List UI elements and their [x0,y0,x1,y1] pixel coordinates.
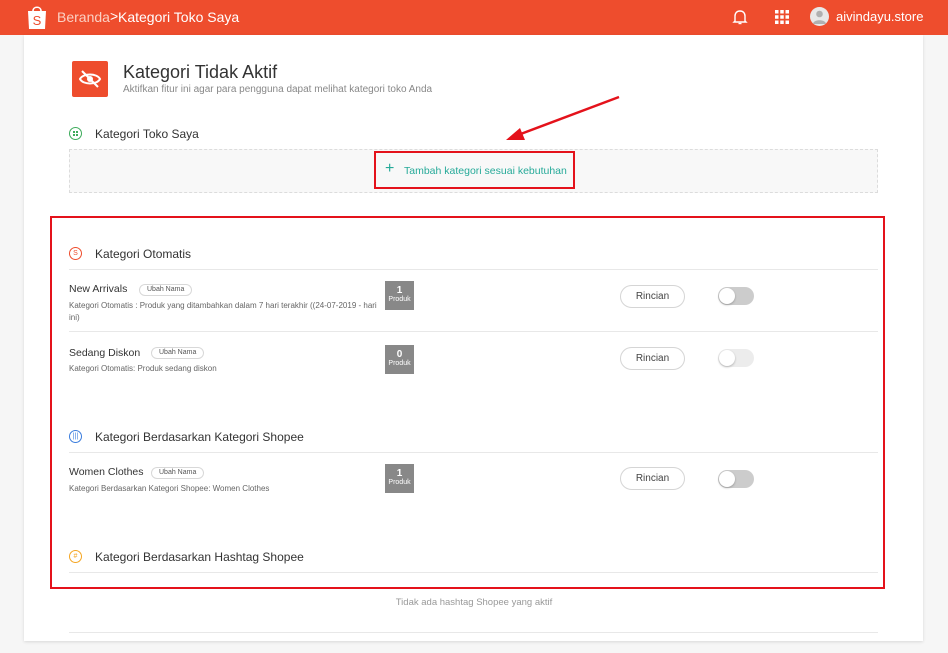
svg-text:S: S [33,13,42,28]
product-count-thumb: 1 Produk [385,464,414,493]
rename-button[interactable]: Ubah Nama [151,467,205,479]
product-count: 1 [396,468,403,479]
details-button[interactable]: Rincian [620,285,685,308]
hashtag-icon: # [69,550,82,563]
annotation-arrow-icon [506,95,620,140]
category-name: Sedang Diskon [69,347,141,359]
page-title: Kategori Tidak Aktif [123,62,278,82]
category-list-icon: ||| [69,430,82,443]
section-title-hashtag: Kategori Berdasarkan Hashtag Shopee [95,550,304,564]
plus-icon: + [385,160,395,177]
divider [69,269,878,270]
shopee-bag-icon[interactable]: S [26,4,48,30]
empty-hashtag-message: Tidak ada hashtag Shopee yang aktif [395,597,553,608]
divider [69,452,878,453]
details-button[interactable]: Rincian [620,467,685,490]
annotation-highlight-box [50,216,885,589]
category-grid-icon [69,127,82,140]
product-count: 1 [396,285,403,296]
page-subtitle: Aktifkan fitur ini agar para pengguna da… [123,84,433,95]
add-category-label: Tambah kategori sesuai kebutuhan [404,165,567,177]
product-count-label: Produk [388,296,411,303]
shopee-s-icon: S [69,247,82,260]
activate-toggle[interactable] [718,349,754,367]
eye-off-icon [72,61,108,97]
breadcrumb-current: Kategori Toko Saya [118,9,240,25]
product-count-thumb: 0 Produk [385,345,414,374]
activate-toggle[interactable] [718,287,754,305]
product-count-label: Produk [388,479,411,486]
activate-toggle[interactable] [718,470,754,488]
add-category-button[interactable]: + Tambah kategori sesuai kebutuhan [374,151,575,189]
username[interactable]: aivindayu.store [836,9,923,24]
rename-button[interactable]: Ubah Nama [139,284,193,296]
apps-grid-icon[interactable] [775,10,789,24]
product-count: 0 [396,349,403,360]
top-bar: S Beranda > Kategori Toko Saya aivindayu… [0,0,948,35]
user-avatar-icon[interactable] [810,7,829,26]
category-description: Kategori Otomatis : Produk yang ditambah… [69,301,377,322]
category-description: Kategori Otomatis: Produk sedang diskon [69,364,217,373]
divider [69,572,878,573]
section-title-my-categories: Kategori Toko Saya [95,127,199,141]
breadcrumb-separator: > [110,8,119,24]
product-count-thumb: 1 Produk [385,281,414,310]
section-title-auto: Kategori Otomatis [95,247,192,261]
category-description: Kategori Berdasarkan Kategori Shopee: Wo… [69,484,270,493]
rename-button[interactable]: Ubah Nama [151,347,205,359]
category-name: Women Clothes [69,466,144,478]
product-count-label: Produk [388,360,411,367]
details-button[interactable]: Rincian [620,347,685,370]
bell-icon[interactable] [731,8,749,26]
category-name: New Arrivals [69,283,128,295]
section-title-shopee-category: Kategori Berdasarkan Kategori Shopee [95,430,304,444]
breadcrumb-home[interactable]: Beranda [57,9,110,25]
divider [69,331,878,332]
divider [69,632,878,633]
